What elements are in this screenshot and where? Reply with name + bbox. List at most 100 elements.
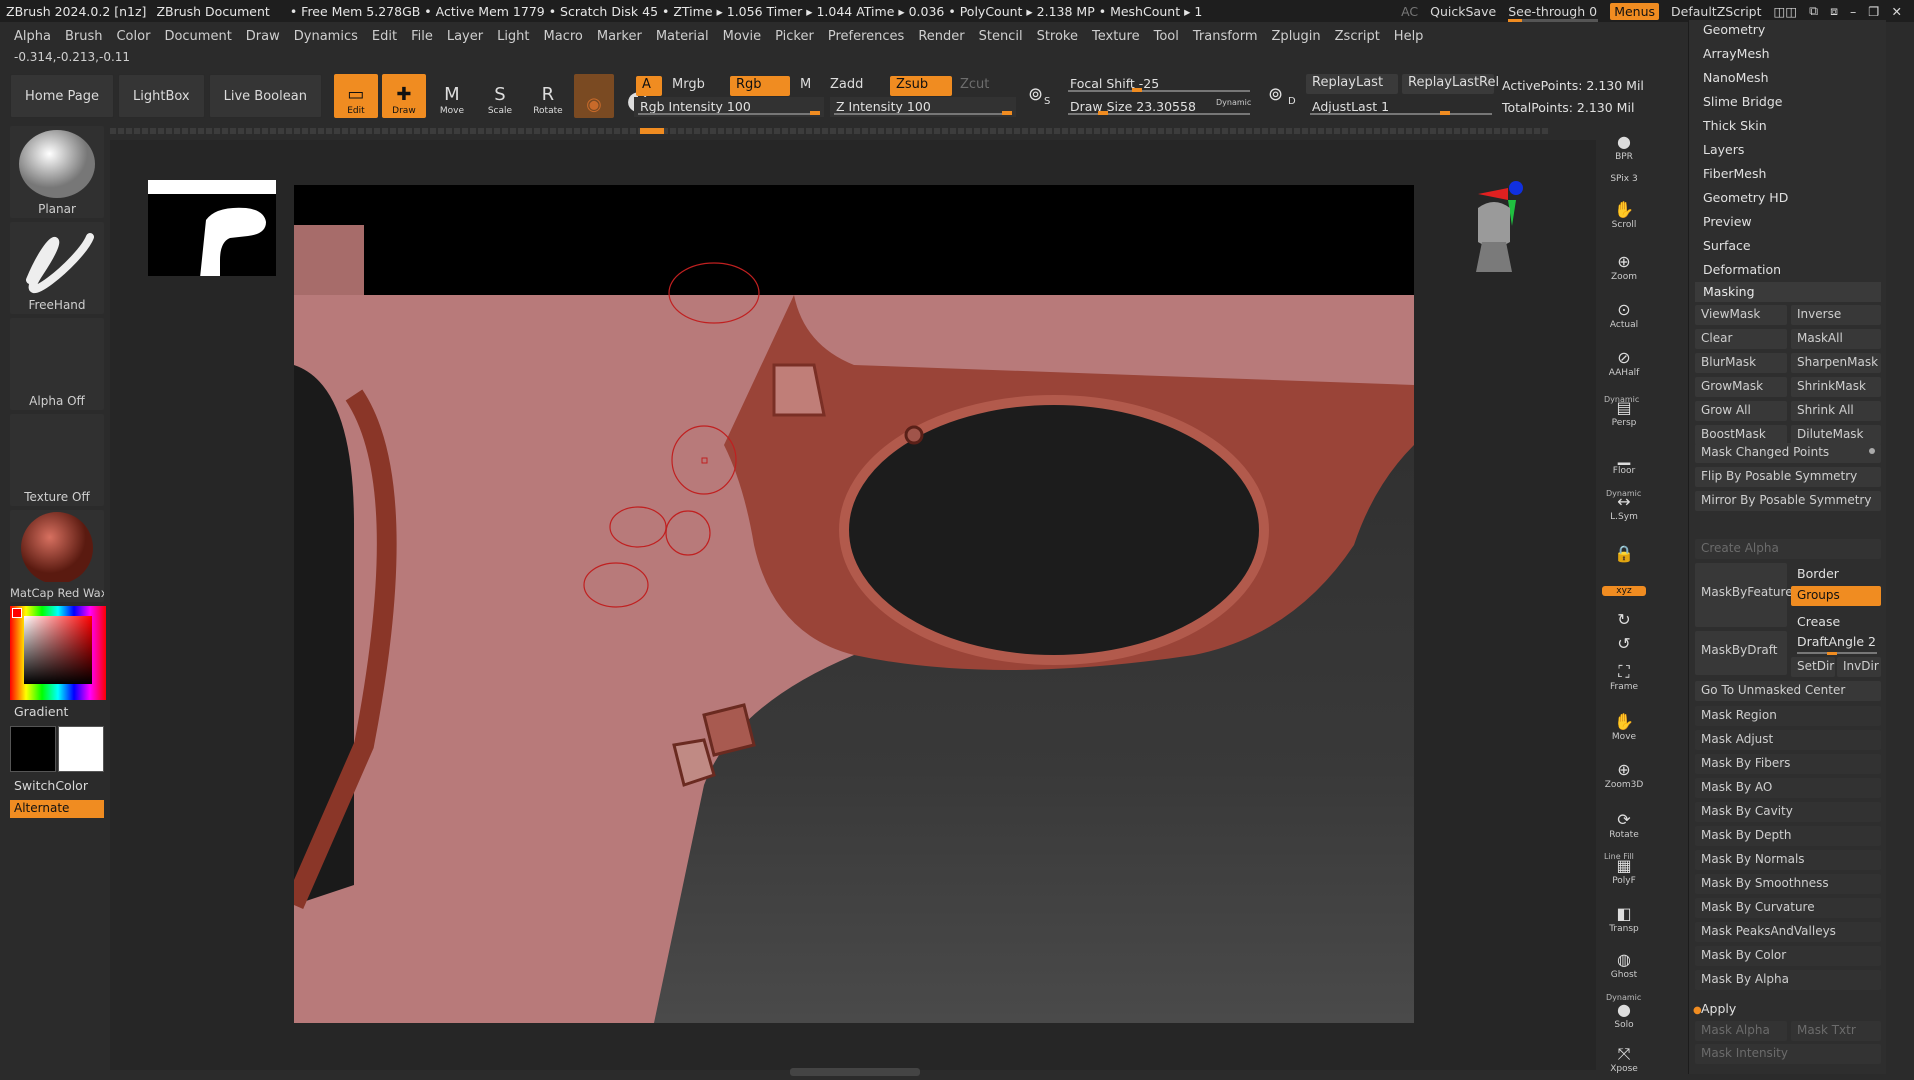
rtool-bpr[interactable]: ● BPR (1602, 132, 1646, 162)
mask-txtr-button[interactable]: Mask Txtr (1791, 1021, 1881, 1041)
rgb-intensity-slider[interactable]: Rgb Intensity 100 (634, 97, 824, 117)
rtool-xyz[interactable]: xyz (1602, 586, 1646, 596)
rtool-ghost[interactable]: ◍ Ghost (1602, 950, 1646, 980)
color-saturation-square[interactable] (24, 616, 92, 684)
menu-zplugin[interactable]: Zplugin (1272, 29, 1321, 44)
menu-material[interactable]: Material (656, 29, 709, 44)
rtool-spix-3[interactable]: SPix 3 (1602, 174, 1646, 184)
apply-section[interactable]: Apply (1701, 1001, 1736, 1016)
stroke-selector[interactable]: FreeHand (10, 222, 104, 314)
menu-macro[interactable]: Macro (544, 29, 583, 44)
rtool-frame[interactable]: ⛶ Frame (1602, 662, 1646, 692)
edit-mode-button[interactable]: ▭ Edit (333, 74, 378, 118)
mask-by-fibers-subpalette[interactable]: Mask By Fibers (1695, 754, 1881, 774)
rotate-mode-button[interactable]: R Rotate (526, 74, 570, 118)
menu-movie[interactable]: Movie (723, 29, 761, 44)
grow-all-button[interactable]: Grow All (1695, 401, 1787, 421)
sharpenmask-button[interactable]: SharpenMask (1791, 353, 1881, 373)
dilutemask-button[interactable]: DiluteMask (1791, 425, 1881, 445)
menus-toggle[interactable]: Menus (1610, 2, 1660, 20)
menu-color[interactable]: Color (116, 29, 150, 44)
mask-by-feature-button[interactable]: MaskByFeature (1695, 563, 1793, 627)
move-mode-button[interactable]: M Move (430, 74, 474, 118)
default-zscript-button[interactable]: DefaultZScript (1671, 4, 1762, 19)
inverse-button[interactable]: Inverse (1791, 305, 1881, 325)
lazy-mouse-d-icon[interactable]: ⊚ (1268, 84, 1283, 105)
bottom-shelf-toggle[interactable] (790, 1068, 920, 1076)
ui-layout-icon[interactable]: ◫◫ (1774, 4, 1798, 19)
home-page-button[interactable]: Home Page (10, 74, 114, 118)
mask-by-color-subpalette[interactable]: Mask By Color (1695, 946, 1881, 966)
rtool-transp[interactable]: ◧ Transp (1602, 904, 1646, 934)
menu-brush[interactable]: Brush (65, 29, 103, 44)
adjust-last-slider[interactable]: AdjustLast 1 (1306, 97, 1496, 117)
replay-last-button[interactable]: ReplayLast (1306, 74, 1398, 94)
rtool-aahalf[interactable]: ⊘ AAHalf (1602, 348, 1646, 378)
main-color-swatch[interactable] (10, 726, 56, 772)
menu-file[interactable]: File (411, 29, 433, 44)
create-alpha-button[interactable]: Create Alpha (1695, 539, 1881, 559)
menu-layer[interactable]: Layer (447, 29, 483, 44)
rtool-xpose[interactable]: ⤧ Xpose (1602, 1044, 1646, 1074)
menu-stencil[interactable]: Stencil (979, 29, 1023, 44)
rtool-zoom[interactable]: ⊕ Zoom (1602, 252, 1646, 282)
mask-by-alpha-subpalette[interactable]: Mask By Alpha (1695, 970, 1881, 990)
boostmask-button[interactable]: BoostMask (1695, 425, 1787, 445)
minimize-icon[interactable]: – (1850, 4, 1856, 19)
m-toggle[interactable]: M (794, 76, 817, 96)
mask-by-depth-subpalette[interactable]: Mask By Depth (1695, 826, 1881, 846)
zadd-toggle[interactable]: Zadd (824, 76, 869, 96)
orientation-gizmo[interactable] (1464, 178, 1528, 302)
mask-alpha-button[interactable]: Mask Alpha (1695, 1021, 1787, 1041)
timeline-ruler[interactable] (110, 128, 1550, 134)
rtool-button-11[interactable]: ↻ (1602, 610, 1646, 630)
a-toggle[interactable]: A (636, 76, 662, 96)
menu-preferences[interactable]: Preferences (828, 29, 904, 44)
shrink-all-button[interactable]: Shrink All (1791, 401, 1881, 421)
menu-draw[interactable]: Draw (246, 29, 280, 44)
zsub-toggle[interactable]: Zsub (890, 76, 952, 96)
primary-color-swatch[interactable] (12, 608, 22, 618)
draft-angle-slider[interactable]: DraftAngle 2 (1797, 634, 1876, 649)
mask-intensity-slider[interactable]: Mask Intensity (1695, 1044, 1881, 1064)
mask-adjust-subpalette[interactable]: Mask Adjust (1695, 730, 1881, 750)
subpalette-deformation[interactable]: Deformation (1703, 262, 1781, 277)
subpalette-surface[interactable]: Surface (1703, 238, 1751, 253)
flip-posable-symmetry-button[interactable]: Flip By Posable Symmetry (1695, 467, 1881, 487)
subpalette-slime-bridge[interactable]: Slime Bridge (1703, 94, 1782, 109)
menu-help[interactable]: Help (1394, 29, 1424, 44)
rtool-button-9[interactable]: 🔒 (1602, 544, 1646, 564)
replay-last-rel-button[interactable]: ReplayLastRel (1402, 74, 1499, 94)
z-intensity-slider[interactable]: Z Intensity 100 (830, 97, 1016, 117)
subpalette-nanomesh[interactable]: NanoMesh (1703, 70, 1769, 85)
menu-document[interactable]: Document (164, 29, 231, 44)
viewmask-button[interactable]: ViewMask (1695, 305, 1787, 325)
subpalette-preview[interactable]: Preview (1703, 214, 1752, 229)
mask-by-curvature-subpalette[interactable]: Mask By Curvature (1695, 898, 1881, 918)
alpha-selector[interactable]: Alpha Off (10, 318, 104, 410)
navigator-thumbnail[interactable] (148, 180, 276, 278)
focal-shift-s-icon[interactable]: ⊚ (1028, 84, 1043, 105)
alternate-toggle[interactable]: Alternate (10, 800, 104, 818)
focal-shift-slider[interactable]: Focal Shift -25 (1064, 74, 1254, 94)
menu-stroke[interactable]: Stroke (1037, 29, 1078, 44)
subpalette-geometry[interactable]: Geometry (1703, 22, 1765, 37)
mask-region-subpalette[interactable]: Mask Region (1695, 706, 1881, 726)
menu-marker[interactable]: Marker (597, 29, 642, 44)
menu-picker[interactable]: Picker (775, 29, 814, 44)
mask-by-cavity-subpalette[interactable]: Mask By Cavity (1695, 802, 1881, 822)
texture-selector[interactable]: Texture Off (10, 414, 104, 506)
rtool-solo[interactable]: ● Solo (1602, 1000, 1646, 1030)
rtool-zoom3d[interactable]: ⊕ Zoom3D (1602, 760, 1646, 790)
material-selector[interactable]: MatCap Red Wax (10, 510, 104, 602)
mrgb-toggle[interactable]: Mrgb (666, 76, 711, 96)
menu-render[interactable]: Render (918, 29, 964, 44)
window-layout-icon[interactable]: ⧉ (1809, 3, 1818, 19)
mask-by-ao-subpalette[interactable]: Mask By AO (1695, 778, 1881, 798)
rtool-button-12[interactable]: ↺ (1602, 634, 1646, 654)
subpalette-layers[interactable]: Layers (1703, 142, 1744, 157)
growmask-button[interactable]: GrowMask (1695, 377, 1787, 397)
menu-alpha[interactable]: Alpha (14, 29, 51, 44)
quicksave-button[interactable]: QuickSave (1430, 4, 1496, 19)
menu-dynamics[interactable]: Dynamics (294, 29, 358, 44)
